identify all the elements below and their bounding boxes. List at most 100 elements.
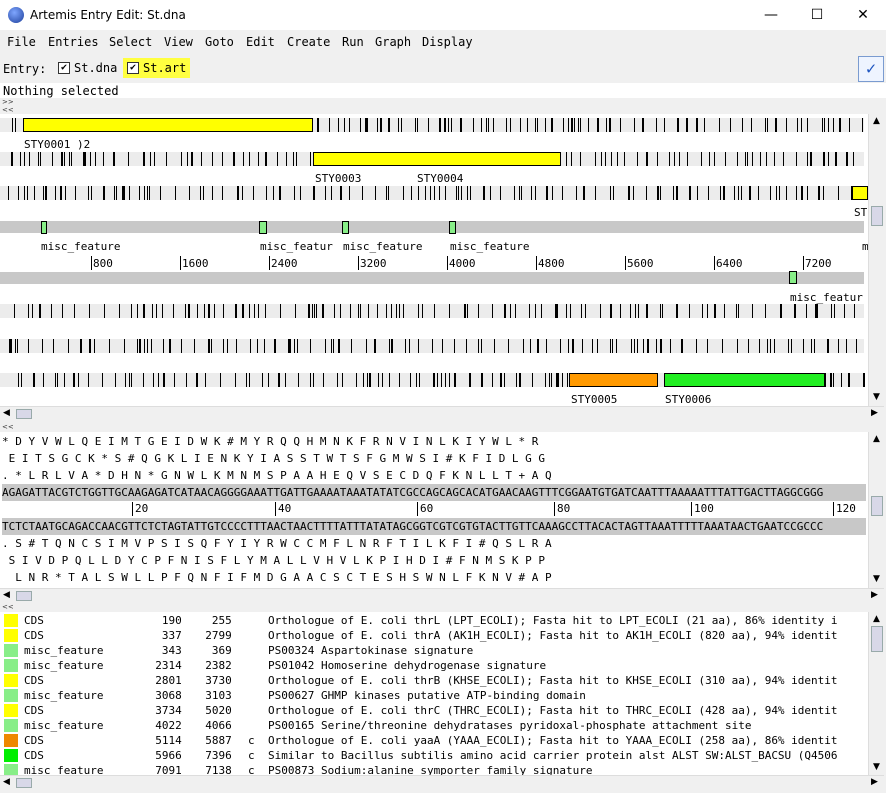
feature-list-row[interactable]: misc_feature 3068 3103 PS00627 GHMP kinas… (2, 688, 866, 703)
entry-st-dna[interactable]: ✔ St.dna (54, 58, 121, 78)
minimize-button[interactable]: — (748, 0, 794, 30)
feature-list-row[interactable]: CDS 2801 3730 Orthologue of E. coli thrB … (2, 673, 866, 688)
ruler-label: 2400 (271, 257, 298, 270)
feature-list-row[interactable]: misc_feature 343 369 PS00324 Aspartokinas… (2, 643, 866, 658)
scroll-thumb[interactable] (16, 409, 32, 419)
translation-frame-4: . S # T Q N C S I M V P S I S Q F Y I Y … (2, 537, 552, 550)
ruler-label: 4000 (449, 257, 476, 270)
scroll-left-arrow-icon[interactable]: ◀ (3, 590, 10, 600)
expand-arrow-icon[interactable]: >> (2, 99, 14, 106)
menu-edit[interactable]: Edit (246, 35, 275, 49)
title-bar: Artemis Entry Edit: St.dna — ☐ ✕ (0, 0, 886, 30)
feature-list-row[interactable]: misc_feature 4022 4066 PS00165 Serine/thr… (2, 718, 866, 733)
menu-create[interactable]: Create (287, 35, 330, 49)
feature-key: CDS (24, 749, 44, 762)
sequence-ruler-label: 40 (278, 502, 292, 515)
scroll-thumb[interactable] (16, 591, 32, 601)
checkbox-icon[interactable]: ✔ (58, 62, 70, 74)
feature-list-row[interactable]: CDS 5966 7396 c Similar to Bacillus subtil… (2, 748, 866, 763)
overview-horizontal-scrollbar[interactable]: ◀ ▶ (0, 406, 884, 421)
cds-feature[interactable] (23, 118, 313, 132)
menu-entries[interactable]: Entries (48, 35, 99, 49)
feature-list-horizontal-scrollbar[interactable]: ◀ ▶ (0, 775, 884, 790)
menu-select[interactable]: Select (109, 35, 152, 49)
scroll-down-arrow-icon[interactable]: ▼ (873, 762, 880, 772)
scroll-right-arrow-icon[interactable]: ▶ (871, 777, 878, 787)
feature-key: misc_feature (24, 644, 104, 657)
feature-color-swatch (4, 689, 18, 702)
menu-bar: File Entries Select View Goto Edit Creat… (0, 30, 886, 54)
misc-feature-mark[interactable] (342, 221, 349, 234)
scroll-thumb[interactable] (871, 206, 883, 226)
sequence-ruler-label: 20 (135, 502, 149, 515)
scroll-right-arrow-icon[interactable]: ▶ (871, 590, 878, 600)
scroll-down-arrow-icon[interactable]: ▼ (873, 392, 880, 402)
scroll-left-arrow-icon[interactable]: ◀ (3, 777, 10, 787)
menu-run[interactable]: Run (342, 35, 364, 49)
menu-graph[interactable]: Graph (375, 35, 411, 49)
scroll-up-arrow-icon[interactable]: ▲ (873, 116, 880, 126)
scroll-thumb[interactable] (871, 626, 883, 652)
scroll-down-arrow-icon[interactable]: ▼ (873, 574, 880, 584)
ruler-label: 4800 (538, 257, 565, 270)
feature-list-row[interactable]: CDS 3734 5020 Orthologue of E. coli thrC … (2, 703, 866, 718)
feature-key: misc_feature (24, 764, 104, 775)
feature-label: STY0004 (417, 172, 464, 185)
app-icon (8, 7, 24, 23)
feature-end: 369 (192, 644, 232, 657)
feature-list-row[interactable]: CDS 5114 5887 c Orthologue of E. coli yaaA… (2, 733, 866, 748)
misc-feature-mark[interactable] (41, 221, 47, 234)
cds-feature[interactable] (664, 373, 825, 387)
scroll-up-arrow-icon[interactable]: ▲ (873, 614, 880, 624)
feature-color-swatch (4, 629, 18, 642)
ruler-tick (554, 502, 555, 516)
overview-vertical-scrollbar[interactable]: ▲ ▼ (868, 114, 885, 406)
translation-frame-1: * D Y V W L Q E I M T G E I D W K # M Y … (2, 435, 539, 448)
close-button[interactable]: ✕ (840, 0, 886, 30)
feature-label: misc_feature (450, 240, 530, 253)
ruler-tick (132, 502, 133, 516)
entry-st-art[interactable]: ✔ St.art (123, 58, 191, 78)
sequence-panel[interactable]: * D Y V W L Q E I M T G E I D W K # M Y … (0, 432, 868, 588)
feature-note: Orthologue of E. coli thrB (KHSE_ECOLI);… (268, 674, 838, 687)
checkbox-icon[interactable]: ✔ (127, 62, 139, 74)
scroll-right-arrow-icon[interactable]: ▶ (871, 408, 878, 418)
collapse-arrow-icon[interactable]: << (2, 107, 14, 114)
feature-start: 2314 (142, 659, 182, 672)
scroll-thumb[interactable] (871, 496, 883, 516)
feature-end: 5020 (192, 704, 232, 717)
cds-feature[interactable] (569, 373, 658, 387)
feature-list[interactable]: CDS 190 255 Orthologue of E. coli thrL (L… (0, 612, 868, 775)
collapse-arrow-icon[interactable]: << (2, 604, 14, 611)
menu-goto[interactable]: Goto (205, 35, 234, 49)
feature-note: PS00627 GHMP kinases putative ATP-bindin… (268, 689, 586, 702)
feature-overview-panel[interactable]: STY0001 )2 STY0003 STY0004 ST misc_featu… (0, 114, 868, 406)
misc-feature-mark[interactable] (449, 221, 456, 234)
menu-view[interactable]: View (164, 35, 193, 49)
feature-list-row[interactable]: misc_feature 7091 7138 c PS00873 Sodium:al… (2, 763, 866, 775)
reverse-dna-strand[interactable]: TCTCTAATGCAGACCAACGTTCTCTAGTATTGTCCCCTTT… (2, 518, 866, 535)
collapse-arrow-icon[interactable]: << (2, 424, 14, 431)
feature-start: 5114 (142, 734, 182, 747)
sequence-horizontal-scrollbar[interactable]: ◀ ▶ (0, 588, 884, 603)
menu-display[interactable]: Display (422, 35, 473, 49)
misc-feature-mark[interactable] (259, 221, 267, 234)
feature-list-row[interactable]: CDS 337 2799 Orthologue of E. coli thrA (… (2, 628, 866, 643)
misc-feature-mark[interactable] (789, 271, 797, 284)
feature-list-row[interactable]: misc_feature 2314 2382 PS01042 Homoserine… (2, 658, 866, 673)
entry-name: St.art (143, 61, 187, 75)
feature-list-row[interactable]: CDS 190 255 Orthologue of E. coli thrL (L… (2, 613, 866, 628)
menu-file[interactable]: File (7, 35, 36, 49)
cds-feature[interactable] (313, 152, 561, 166)
sequence-ruler-label: 60 (420, 502, 434, 515)
scroll-left-arrow-icon[interactable]: ◀ (3, 408, 10, 418)
feature-list-vertical-scrollbar[interactable]: ▲ ▼ (868, 612, 885, 775)
sequence-vertical-scrollbar[interactable]: ▲ ▼ (868, 432, 885, 588)
forward-dna-strand[interactable]: AGAGATTACGTCTGGTTGCAAGAGATCATAACAGGGGAAA… (2, 484, 866, 501)
maximize-button[interactable]: ☐ (794, 0, 840, 30)
scroll-thumb[interactable] (16, 778, 32, 788)
ok-button[interactable]: ✓ (858, 56, 884, 82)
cds-feature[interactable] (852, 186, 868, 200)
scroll-up-arrow-icon[interactable]: ▲ (873, 434, 880, 444)
feature-color-swatch (4, 734, 18, 747)
